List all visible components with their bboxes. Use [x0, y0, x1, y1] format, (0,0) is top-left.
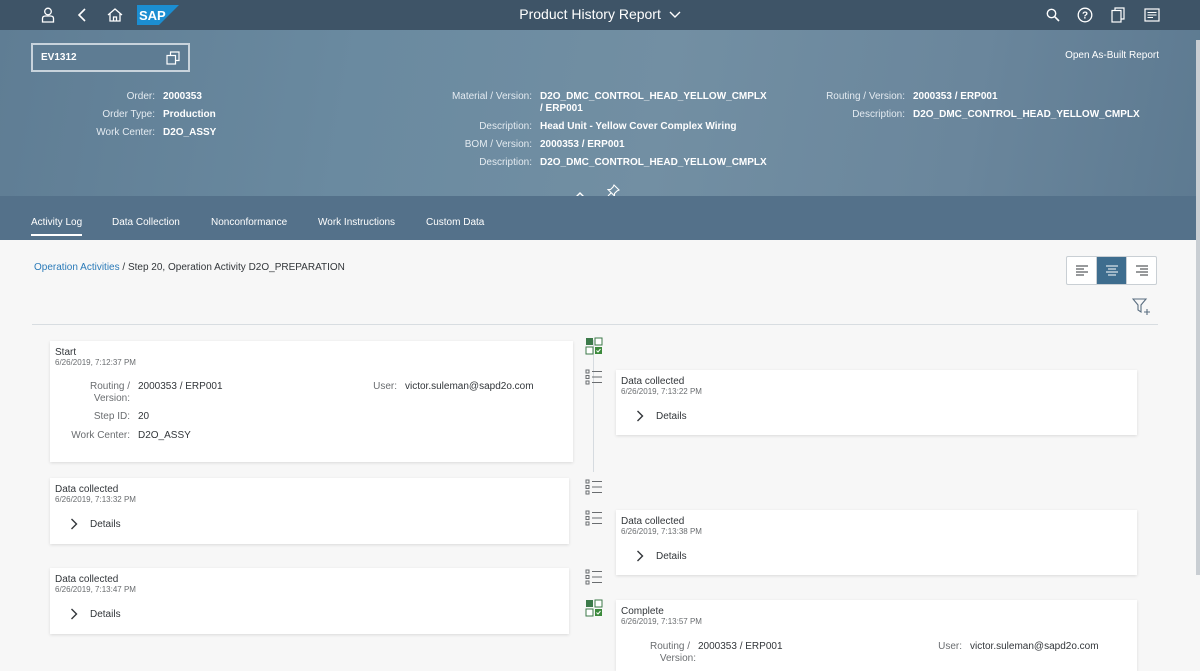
- order-type-attr: Order Type: Production: [102, 109, 216, 120]
- activity-title: Data collected: [621, 516, 685, 527]
- breadcrumb: Operation Activities / Step 20, Operatio…: [34, 262, 345, 273]
- material-version: / ERP001: [540, 103, 583, 114]
- copy-icon[interactable]: [1108, 5, 1128, 25]
- activity-card-data-collected[interactable]: Data collected 6/26/2019, 7:13:38 PM Det…: [616, 510, 1137, 575]
- align-center-button[interactable]: [1097, 257, 1127, 284]
- activity-title: Complete: [621, 606, 664, 617]
- page-scrollbar[interactable]: [1196, 40, 1200, 575]
- chevron-right-icon: [71, 518, 78, 530]
- material-description-attr: Description: Head Unit - Yellow Cover Com…: [479, 121, 737, 132]
- activity-card-start[interactable]: Start 6/26/2019, 7:12:37 PM Routing /200…: [50, 341, 573, 462]
- activity-date: 6/26/2019, 7:13:32 PM: [55, 495, 136, 504]
- chevron-right-icon: [637, 550, 644, 562]
- data-collection-icon: [585, 478, 603, 496]
- activity-title: Data collected: [55, 484, 119, 495]
- breadcrumb-link[interactable]: Operation Activities: [34, 262, 120, 273]
- activity-title: Data collected: [621, 376, 685, 387]
- activity-date: 6/26/2019, 7:13:47 PM: [55, 585, 136, 594]
- activity-card-data-collected[interactable]: Data collected 6/26/2019, 7:13:22 PM Det…: [616, 370, 1137, 435]
- app-title[interactable]: Product History Report: [519, 6, 661, 22]
- timeline-line: [593, 340, 594, 472]
- activity-title: Data collected: [55, 574, 119, 585]
- routing-version-label-2: Version:: [93, 393, 130, 404]
- align-right-button[interactable]: [1127, 257, 1156, 284]
- data-collection-icon: [585, 368, 603, 386]
- tab-activity-log[interactable]: Activity Log: [31, 217, 83, 236]
- help-icon[interactable]: ?: [1075, 5, 1095, 25]
- sfc-input[interactable]: EV1312: [31, 43, 190, 72]
- activity-card-data-collected[interactable]: Data collected 6/26/2019, 7:13:47 PM Det…: [50, 568, 569, 634]
- data-collection-icon: [585, 568, 603, 586]
- bom-attr: BOM / Version: 2000353 / ERP001: [464, 139, 625, 150]
- tab-data-collection[interactable]: Data Collection: [112, 217, 180, 228]
- sfc-value[interactable]: EV1312: [41, 52, 77, 63]
- filter-icon[interactable]: [1131, 298, 1152, 321]
- step-id-field: Step ID: 20: [93, 411, 150, 422]
- order-attr: Order: 2000353: [126, 91, 202, 102]
- app-title-menu[interactable]: Product History Report: [0, 6, 1200, 22]
- details-toggle[interactable]: Details: [636, 550, 687, 562]
- chevron-right-icon: [71, 608, 78, 620]
- svg-text:?: ?: [1082, 11, 1088, 22]
- bom-description-attr: Description: D2O_DMC_CONTROL_HEAD_YELLOW_…: [479, 157, 767, 168]
- work-center-field: Work Center: D2O_ASSY: [71, 430, 191, 441]
- divider: [32, 324, 1158, 325]
- activity-date: 6/26/2019, 7:13:22 PM: [621, 387, 702, 396]
- tab-nonconformance[interactable]: Nonconformance: [211, 217, 287, 228]
- routing-attr: Routing / Version: 2000353 / ERP001: [826, 91, 998, 102]
- value-help-icon[interactable]: [166, 51, 180, 70]
- operation-activity-icon: [585, 337, 603, 355]
- search-icon[interactable]: [1043, 5, 1063, 25]
- open-as-built-link[interactable]: Open As-Built Report: [1065, 50, 1159, 61]
- activity-date: 6/26/2019, 7:13:38 PM: [621, 527, 702, 536]
- align-center-icon: [1105, 265, 1118, 275]
- shell-bar: SAP Product History Report ?: [0, 0, 1200, 30]
- align-left-button[interactable]: [1067, 257, 1097, 284]
- align-right-icon: [1135, 265, 1148, 275]
- details-toggle[interactable]: Details: [70, 608, 121, 620]
- routing-description-attr: Description: D2O_DMC_CONTROL_HEAD_YELLOW_…: [852, 109, 1140, 120]
- activity-date: 6/26/2019, 7:13:57 PM: [621, 617, 702, 626]
- material-attr: Material / Version: D2O_DMC_CONTROL_HEAD_…: [451, 91, 767, 102]
- routing-version-field: Routing /2000353 / ERP001: [89, 381, 223, 392]
- work-center-attr: Work Center: D2O_ASSY: [96, 127, 217, 138]
- activity-log-content: Operation Activities / Step 20, Operatio…: [0, 240, 1196, 671]
- chevron-right-icon: [637, 410, 644, 422]
- object-header: EV1312 Open As-Built Report Order: 200035…: [0, 30, 1200, 199]
- activity-date: 6/26/2019, 7:12:37 PM: [55, 358, 136, 367]
- routing-version-field: Routing /2000353 / ERP001: [649, 641, 783, 652]
- tab-work-instructions[interactable]: Work Instructions: [318, 217, 395, 228]
- data-collection-icon: [585, 509, 603, 527]
- breadcrumb-current: / Step 20, Operation Activity D2O_PREPAR…: [119, 262, 345, 273]
- user-field: User: victor.suleman@sapd2o.com: [938, 641, 1099, 652]
- routing-version-label-2: Version:: [659, 653, 696, 664]
- details-toggle[interactable]: Details: [636, 410, 687, 422]
- activity-card-data-collected[interactable]: Data collected 6/26/2019, 7:13:32 PM Det…: [50, 478, 569, 544]
- tab-custom-data[interactable]: Custom Data: [426, 217, 484, 228]
- activity-title: Start: [55, 347, 77, 358]
- chevron-down-icon[interactable]: [669, 11, 681, 19]
- details-toggle[interactable]: Details: [70, 518, 121, 530]
- notifications-icon[interactable]: [1142, 5, 1162, 25]
- operation-activity-icon: [585, 599, 603, 617]
- align-left-icon: [1075, 265, 1088, 275]
- user-field: User: victor.suleman@sapd2o.com: [373, 381, 534, 392]
- timeline-alignment-toggle: [1066, 256, 1157, 285]
- tab-bar: Activity Log Data Collection Nonconforma…: [0, 196, 1200, 240]
- activity-card-complete[interactable]: Complete 6/26/2019, 7:13:57 PM Routing /…: [616, 600, 1137, 671]
